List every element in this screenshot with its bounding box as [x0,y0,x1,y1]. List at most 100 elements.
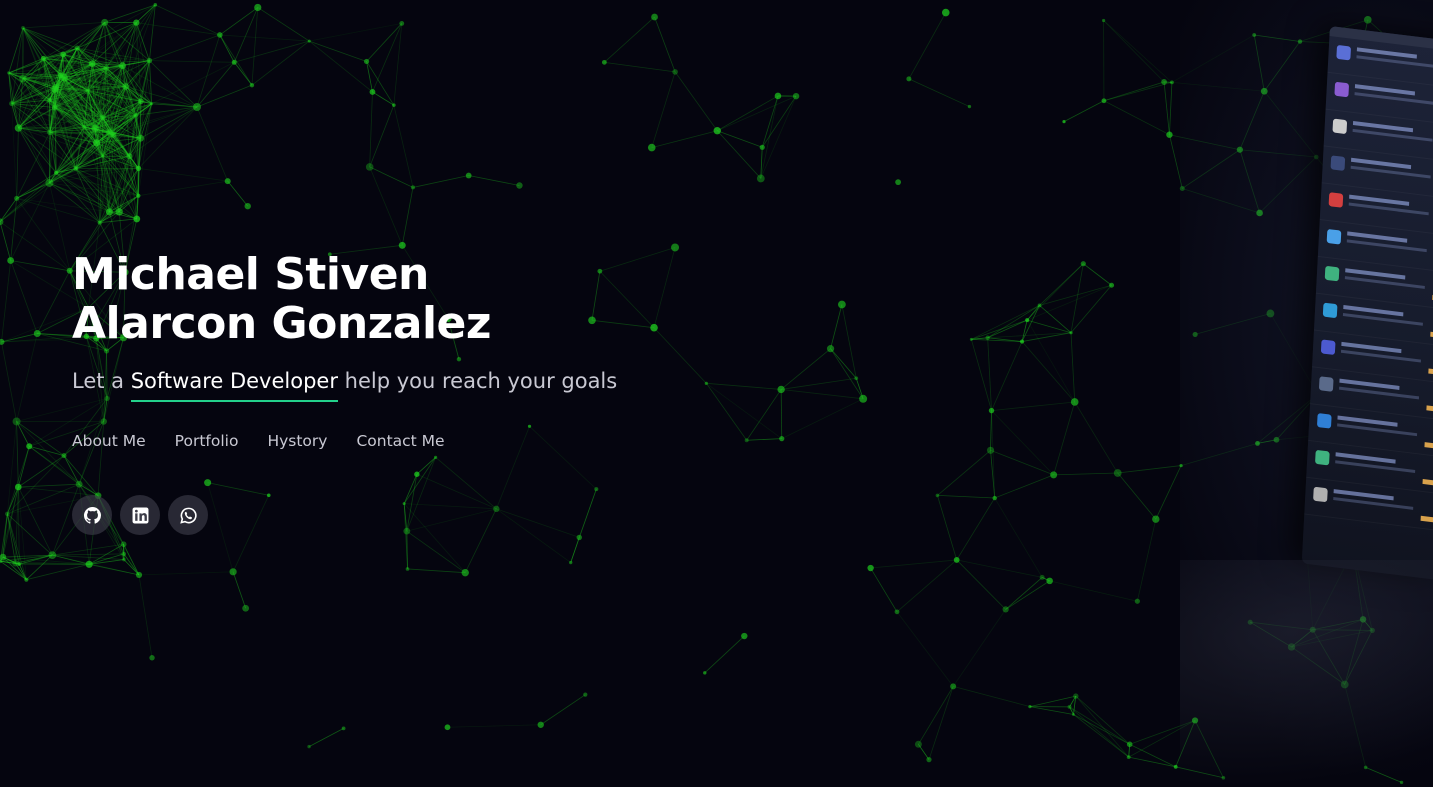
network-link [1070,284,1112,333]
whatsapp-icon [179,507,197,524]
network-link [987,319,1028,339]
network-link [1026,319,1076,403]
hero-section: Michael Stiven Alarcon Gonzalez Let a So… [72,250,617,402]
network-link [369,166,403,246]
network-node [54,170,59,175]
network-link [308,728,344,747]
network-node [75,480,83,488]
network-node [369,89,376,95]
network-node [217,32,223,38]
network-node [133,19,140,26]
network-link [1027,284,1112,321]
network-node [137,134,145,142]
network-node [1071,712,1075,716]
network-node [21,26,25,30]
network-node [774,92,782,100]
network-node [398,241,406,249]
network-link [7,455,65,515]
network-node [85,560,93,568]
network-node [150,102,154,106]
network-node [1102,18,1106,23]
network-link [196,84,253,108]
network-node [403,527,411,535]
nav-item-hystory[interactable]: Hystory [267,432,327,450]
network-link [991,401,1075,411]
network-link [138,571,234,576]
github-button[interactable] [72,495,112,535]
network-node [5,511,10,517]
network-link [952,609,1006,687]
network-link [1070,332,1076,403]
nav-item-portfolio[interactable]: Portfolio [175,432,239,450]
network-link [55,172,100,223]
network-node [1080,261,1086,267]
network-node [894,609,900,615]
network-node [115,208,123,216]
linkedin-button[interactable] [120,495,160,535]
network-link [406,474,418,532]
network-link [16,132,51,199]
network-node [444,724,451,731]
network-link [1136,519,1157,602]
network-node [1028,705,1032,709]
network-link [956,559,1006,610]
network-node [583,692,588,697]
network-node [9,101,15,107]
network-node [40,55,46,61]
network-node [1073,693,1079,699]
network-link [1128,756,1176,768]
network-link [105,4,156,69]
network-node [120,541,127,548]
nav-item-contact-me[interactable]: Contact Me [356,432,444,450]
network-link [1083,263,1112,286]
nav-item-about-me[interactable]: About Me [72,432,146,450]
main-nav: About Me Portfolio Hystory Contact Me [72,432,474,450]
network-node [307,744,311,749]
network-link [717,130,763,148]
network-node [935,493,940,498]
network-link [529,426,597,490]
network-node [1134,598,1140,604]
network-link [918,686,954,745]
whatsapp-button[interactable] [168,495,208,535]
network-node [651,13,658,21]
network-link [23,21,105,29]
network-node [1152,515,1160,523]
network-node [15,483,22,491]
network-node [88,60,96,67]
network-node [231,59,237,65]
network-link [435,457,497,510]
network-node [569,560,573,565]
network-node [461,568,469,577]
network-node [671,243,680,252]
network-node [985,335,990,340]
network-link [0,221,12,261]
network-link [447,724,541,728]
network-node [826,345,835,353]
network-link [991,410,996,499]
network-node [576,534,582,541]
network-link [706,382,782,439]
network-link [716,130,762,179]
network-node [91,124,99,133]
network-node [1062,120,1066,124]
network-node [1050,471,1058,479]
network-link [653,247,676,328]
network-node [244,202,251,210]
network-node [988,407,995,414]
network-node [33,330,41,338]
network-link [704,635,745,674]
network-link [232,571,247,609]
network-link [416,473,497,510]
network-link [870,567,898,613]
network-link [233,62,253,86]
network-link [29,445,65,457]
network-node [99,115,106,121]
network-link [16,333,38,422]
network-node [837,300,846,309]
network-link [404,503,497,510]
network-link [16,421,80,485]
network-link [8,27,24,74]
network-link [26,563,90,581]
network-node [1019,339,1025,344]
